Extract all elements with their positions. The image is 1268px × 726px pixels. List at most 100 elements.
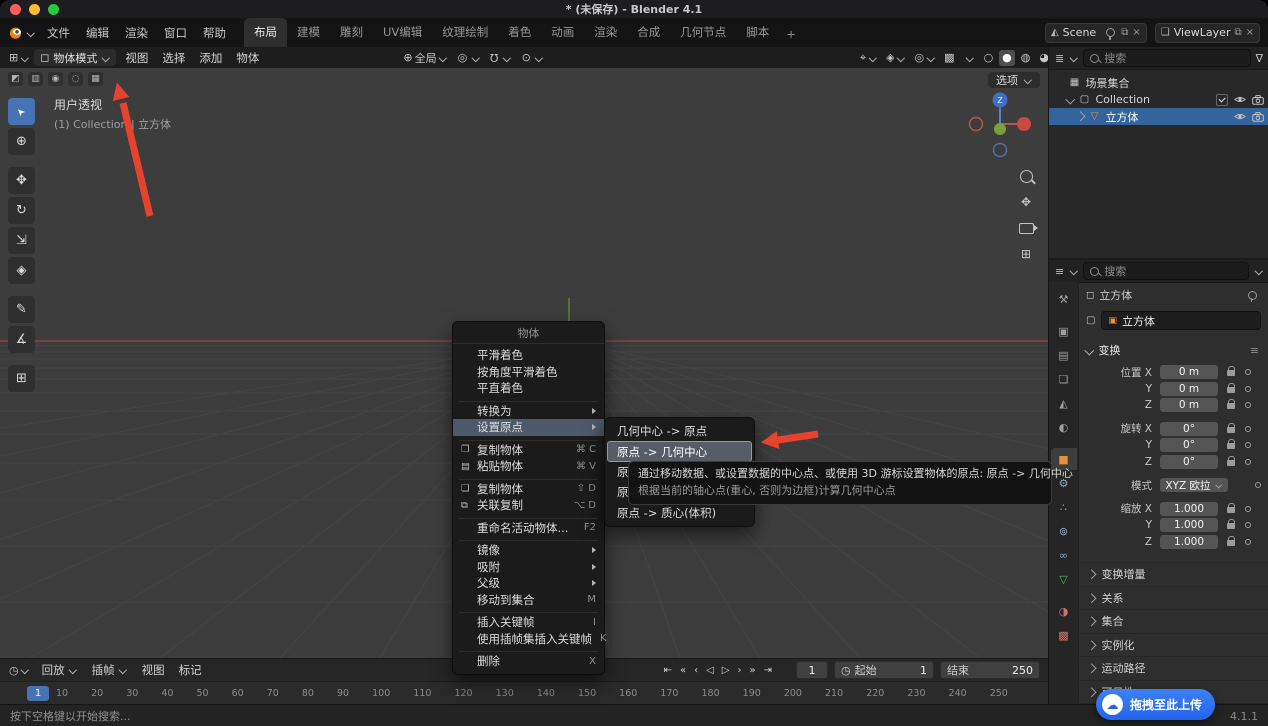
tool-scale[interactable]: ⇲ <box>8 227 35 254</box>
tab-output[interactable]: ▤ <box>1051 344 1077 366</box>
context-menu-item[interactable]: 设置原点 <box>453 419 604 436</box>
prev-frame-button[interactable]: ‹ <box>694 665 698 676</box>
properties-editor-icon[interactable]: ≡ <box>1055 265 1064 278</box>
tool-move[interactable]: ✥ <box>8 167 35 194</box>
value-field[interactable]: XYZ 欧拉 <box>1160 478 1228 492</box>
context-menu-item[interactable]: ⧉ 关联复制 ⌥ D <box>453 497 604 514</box>
view-layer-selector[interactable]: ❏ ViewLayer ⧉ × <box>1155 23 1260 43</box>
tab-object-data[interactable]: ▽ <box>1051 568 1077 590</box>
animate-dot-icon[interactable] <box>1245 522 1251 528</box>
context-menu-item[interactable]: 插入关键帧 I <box>453 614 604 631</box>
tab-tool[interactable]: ⚒ <box>1051 288 1077 310</box>
animate-dot-icon[interactable] <box>1245 386 1251 392</box>
timeline-menu[interactable]: 视图 <box>135 660 172 680</box>
maximize-window-button[interactable] <box>48 4 59 15</box>
value-field[interactable]: 0 m <box>1160 382 1218 396</box>
collapsed-section[interactable]: 集合 <box>1078 609 1268 633</box>
menubar-menu[interactable]: 窗口 <box>156 22 195 44</box>
toggle-perspective-icon[interactable]: ⊞ <box>1018 246 1034 262</box>
next-keyframe-button[interactable]: » <box>749 665 755 676</box>
viewport-corner-icon[interactable]: ◉ <box>48 72 63 86</box>
mode-selector[interactable]: ◻ 物体模式 <box>34 49 116 66</box>
shading-dropdown[interactable] <box>961 50 978 66</box>
tab-particles[interactable]: ∴ <box>1051 496 1077 518</box>
navigation-gizmo[interactable]: Z <box>968 88 1032 164</box>
gizmos-dropdown[interactable]: ◈ <box>883 50 908 66</box>
animate-dot-icon[interactable] <box>1245 426 1251 432</box>
viewport-menu[interactable]: 物体 <box>229 48 266 68</box>
filter-icon[interactable]: ∇ <box>1256 52 1263 65</box>
object-name-field[interactable]: ▣ 立方体 <box>1101 311 1261 330</box>
timeline-menu[interactable]: 插帧 <box>85 660 135 680</box>
animate-dot-icon[interactable] <box>1245 369 1251 375</box>
tool-annotate[interactable]: ✎ <box>8 296 35 323</box>
exclude-checkbox[interactable] <box>1216 94 1228 106</box>
workspace-tab[interactable]: 脚本 <box>736 18 779 47</box>
pin-id-icon[interactable] <box>1248 291 1257 300</box>
animate-dot-icon[interactable] <box>1245 539 1251 545</box>
lock-icon[interactable] <box>1227 427 1235 433</box>
collapsed-section[interactable]: 关系 <box>1078 586 1268 610</box>
viewport-menu[interactable]: 添加 <box>192 48 229 68</box>
value-field[interactable]: 0° <box>1160 422 1218 436</box>
close-view-layer-icon[interactable]: × <box>1246 27 1254 38</box>
outliner-row[interactable]: ▢ Collection <box>1049 91 1268 108</box>
collapsed-section[interactable]: 实例化 <box>1078 633 1268 657</box>
workspace-tab[interactable]: 雕刻 <box>330 18 373 47</box>
lock-icon[interactable] <box>1227 523 1235 529</box>
playhead[interactable]: 1 <box>27 686 49 701</box>
context-menu-item[interactable]: 删除 X <box>453 653 604 670</box>
submenu-item[interactable]: 几何中心 -> 原点 <box>607 421 752 441</box>
close-scene-icon[interactable]: × <box>1132 27 1140 38</box>
timeline-menu[interactable]: 标记 <box>172 660 209 680</box>
timeline-menu[interactable]: 回放 <box>35 660 85 680</box>
menubar-menu[interactable]: 渲染 <box>117 22 156 44</box>
context-menu-item[interactable]: 吸附 <box>453 559 604 576</box>
hide-eye-icon[interactable] <box>1234 112 1246 121</box>
collapsed-section[interactable]: 运动路径 <box>1078 656 1268 680</box>
context-menu-item[interactable]: ❏ 复制物体 ⇧ D <box>453 481 604 498</box>
value-field[interactable]: 0 m <box>1160 398 1218 412</box>
tab-scene[interactable]: ◭ <box>1051 392 1077 414</box>
tab-view-layer[interactable]: ❏ <box>1051 368 1077 390</box>
workspace-tab[interactable]: 着色 <box>498 18 541 47</box>
context-menu-item[interactable]: 使用插帧集插入关键帧 K <box>453 631 604 648</box>
workspace-tab[interactable]: 合成 <box>627 18 670 47</box>
disable-render-camera-icon[interactable] <box>1252 112 1264 122</box>
value-field[interactable]: 1.000 <box>1160 535 1218 549</box>
context-menu-item[interactable]: 平直着色 <box>453 380 604 397</box>
editor-type-selector[interactable]: ⊞ <box>6 50 32 65</box>
workspace-tab[interactable]: 布局 <box>244 18 287 47</box>
outliner-editor-icon[interactable]: ≣ <box>1055 52 1064 65</box>
workspace-tab[interactable]: UV编辑 <box>373 18 432 47</box>
overlays-dropdown[interactable]: ◎ <box>912 50 939 66</box>
tool-measure[interactable]: ∡ <box>8 326 35 353</box>
menubar-menu[interactable]: 文件 <box>39 22 78 44</box>
workspace-tab[interactable]: 几何节点 <box>670 18 736 47</box>
animate-dot-icon[interactable] <box>1245 459 1251 465</box>
minimize-window-button[interactable] <box>29 4 40 15</box>
workspace-tab[interactable]: 纹理绘制 <box>432 18 498 47</box>
animate-dot-icon[interactable] <box>1255 482 1261 488</box>
current-frame-field[interactable]: 1 <box>796 661 828 679</box>
context-menu-item[interactable]: 转换为 <box>453 403 604 420</box>
context-menu-item[interactable]: 镜像 <box>453 542 604 559</box>
timeline-ruler[interactable]: 1020304050607080901001101201301401501601… <box>0 681 1048 705</box>
options-button[interactable]: 选项 <box>988 72 1040 88</box>
transform-section-header[interactable]: 变换 ≡ <box>1086 342 1261 358</box>
new-scene-icon[interactable]: ⧉ <box>1121 27 1128 38</box>
context-menu-item[interactable]: ▤ 粘贴物体 ⌘ V <box>453 458 604 475</box>
submenu-item[interactable]: 原点 -> 几何中心 <box>607 441 752 461</box>
context-menu-item[interactable]: 重命名活动物体... F2 <box>453 520 604 537</box>
menubar-menu[interactable]: 帮助 <box>195 22 234 44</box>
jump-to-end-button[interactable]: ⇥ <box>764 665 772 676</box>
tool-cursor[interactable]: ⊕ <box>8 128 35 155</box>
zoom-icon[interactable] <box>1018 168 1034 184</box>
outliner-row[interactable]: ▦ 场景集合 <box>1049 74 1268 91</box>
outliner-row[interactable]: ▽ 立方体 <box>1049 108 1268 125</box>
blender-logo-icon[interactable] <box>8 25 35 40</box>
viewport-menu[interactable]: 选择 <box>155 48 192 68</box>
viewport-corner-icon[interactable]: ◌ <box>68 72 83 86</box>
expand-chevron-icon[interactable] <box>1066 95 1075 104</box>
properties-search-input[interactable]: 搜索 <box>1083 262 1249 280</box>
